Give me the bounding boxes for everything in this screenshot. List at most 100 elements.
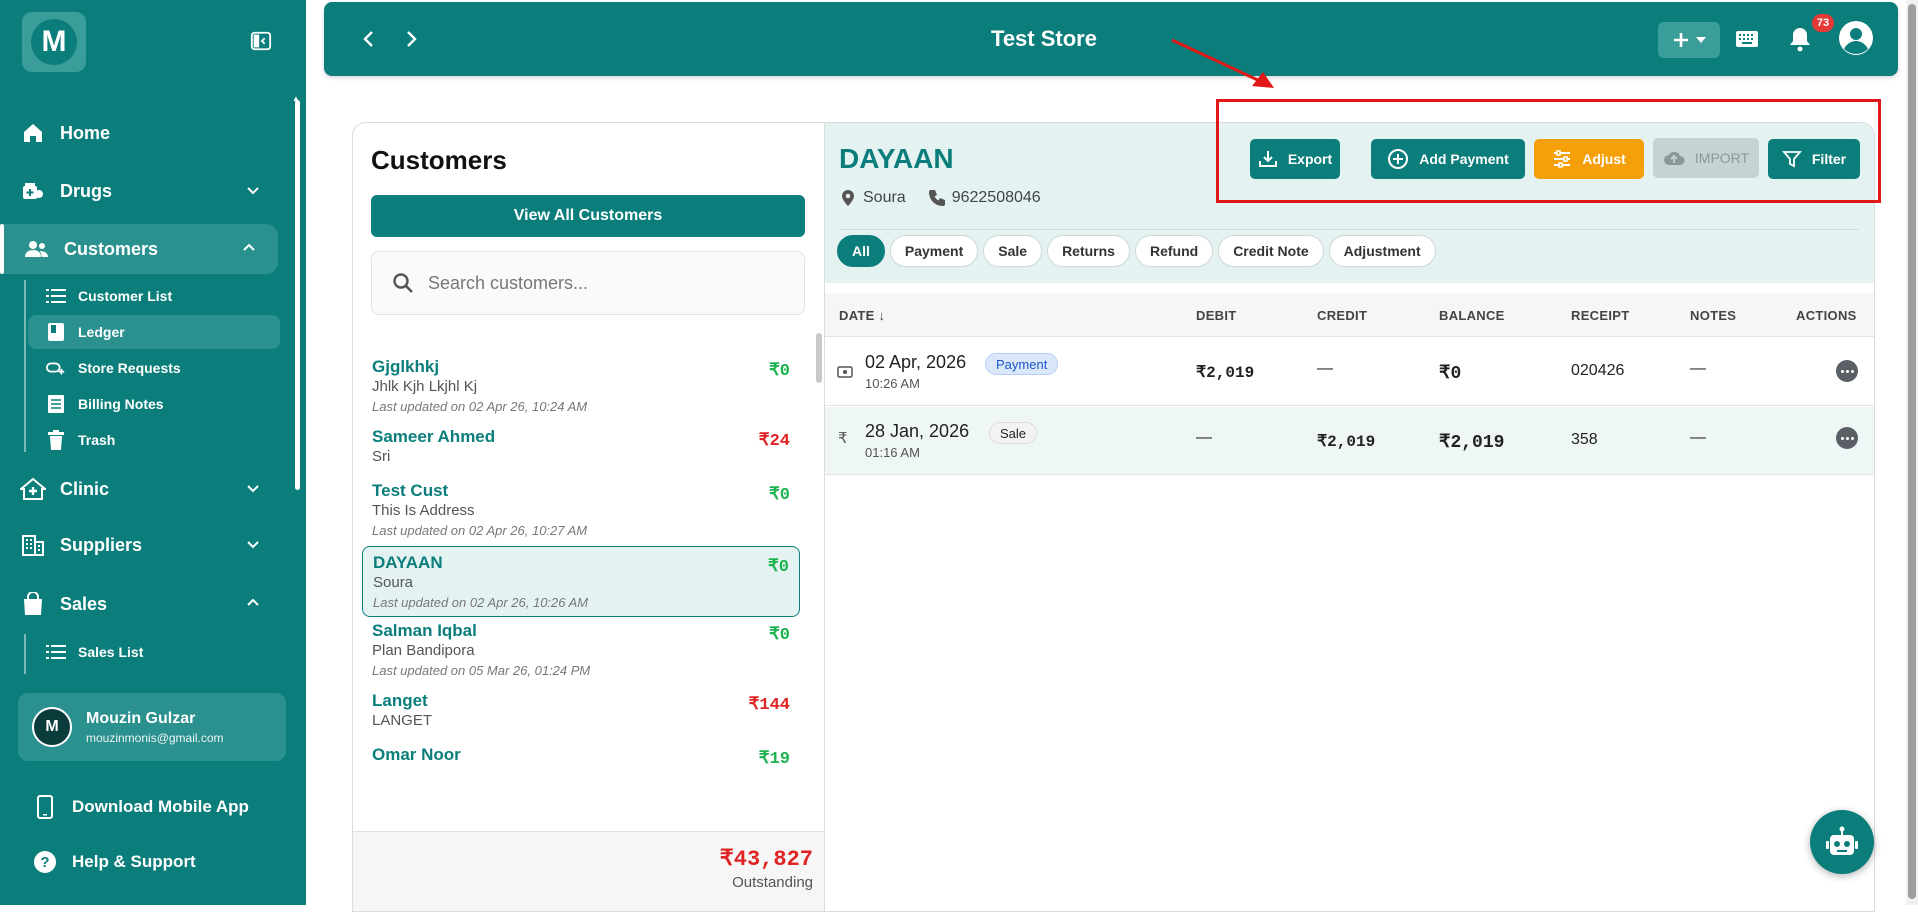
sidebar-sub-label: Customer List [78,288,173,304]
user-profile-card[interactable]: M Mouzin Gulzar mouzinmonis@gmail.com [18,693,286,761]
sidebar-item-drugs[interactable]: Drugs [0,166,282,216]
row-receipt: 020426 [1571,362,1625,379]
customer-name: Test Cust [372,481,449,500]
customer-address: Sri [372,448,391,465]
user-name: Mouzin Gulzar [86,709,196,727]
column-date[interactable]: DATE ↓ [839,308,885,323]
avatar: M [32,707,72,747]
customer-balance: ₹0 [768,626,790,645]
customer-phone: 9622508046 [951,189,1041,206]
quick-add-button[interactable] [1658,22,1720,58]
sidebar-sub-label: Sales List [78,644,144,660]
sidebar-item-sales[interactable]: Sales [0,579,282,629]
filter-chip-refund[interactable]: Refund [1134,235,1214,267]
filter-chip-adjustment[interactable]: Adjustment [1328,235,1436,267]
help-label: Help & Support [72,852,196,871]
submenu-line [24,634,26,674]
sidebar-sub-billing-notes[interactable]: Billing Notes [28,387,280,421]
svg-text:?: ? [40,854,49,871]
customer-last-updated: Last updated on 02 Apr 26, 10:24 AM [372,399,588,414]
table-row[interactable]: 02 Apr, 2026 10:26 AM Payment ₹2,019 — ₹… [825,338,1874,406]
help-support-link[interactable]: ? Help & Support [32,845,282,879]
assistant-bot-button[interactable] [1810,810,1874,874]
table-row[interactable]: ₹ 28 Jan, 2026 01:16 AM Sale — ₹2,019 ₹2… [825,407,1874,475]
customer-list-scrollbar[interactable] [816,333,822,383]
account-icon[interactable] [1838,20,1874,56]
sidebar-sub-store-requests[interactable]: Store Requests [28,351,280,385]
ledger-panel: DAYAAN Soura 9622508046 Export Add Payme… [825,122,1875,912]
customer-balance: ₹0 [768,486,790,505]
help-icon: ? [32,849,58,875]
sidebar-sub-sales-list[interactable]: Sales List [28,635,280,669]
list-item[interactable]: Sameer Ahmed Sri ₹24 [362,421,800,471]
list-icon [46,642,66,662]
collapse-sidebar-icon[interactable] [250,30,272,52]
notes-icon [46,394,66,414]
sidebar-item-home[interactable]: Home [0,108,282,158]
sidebar-item-label: Customers [64,238,159,259]
sidebar-item-suppliers[interactable]: Suppliers [0,520,282,570]
row-notes: — [1690,360,1706,377]
row-actions-menu-icon[interactable] [1836,360,1858,382]
sidebar-sub-trash[interactable]: Trash [28,423,280,457]
customer-address: Jhlk Kjh Lkjhl Kj [372,378,478,395]
column-receipt: RECEIPT [1571,308,1630,323]
chevron-up-icon [247,598,259,606]
customer-last-updated: Last updated on 05 Mar 26, 01:24 PM [372,663,591,678]
row-credit: ₹2,019 [1317,433,1376,451]
sidebar-sub-label: Ledger [78,324,125,340]
list-item[interactable]: Omar Noor ₹19 [362,739,800,771]
row-debit: ₹2,019 [1196,364,1255,382]
customer-address: LANGET [372,712,433,729]
filter-chip-sale[interactable]: Sale [983,235,1043,267]
column-credit: CREDIT [1317,308,1368,323]
sidebar-sub-ledger[interactable]: Ledger [28,315,280,349]
view-all-customers-button[interactable]: View All Customers [371,195,805,237]
sidebar-item-customers[interactable]: Customers [0,224,278,274]
ledger-customer-name: DAYAAN [839,143,954,174]
filter-chip-payment[interactable]: Payment [889,235,979,267]
sidebar-item-clinic[interactable]: Clinic [0,464,282,514]
filter-chip-returns[interactable]: Returns [1047,235,1130,267]
sidebar-item-label: Drugs [60,180,113,201]
sidebar-scrollbar[interactable] [295,100,300,490]
column-debit: DEBIT [1196,308,1237,323]
app-logo[interactable]: M [22,12,86,72]
list-item[interactable]: Salman Iqbal Plan Bandipora Last updated o… [362,615,800,684]
keyboard-icon[interactable] [1732,24,1762,54]
bell-icon[interactable] [1785,24,1815,54]
page-scrollbar-thumb[interactable] [1908,4,1916,899]
list-icon [46,286,66,306]
outstanding-amount: ₹43,827 [719,847,813,872]
chevron-down-icon [247,187,259,195]
list-item[interactable]: Test Cust This Is Address Last updated on … [362,475,800,544]
filter-chip-all[interactable]: All [837,235,885,267]
notification-badge: 73 [1812,14,1834,32]
filter-chip-credit-note[interactable]: Credit Note [1218,235,1324,267]
sidebar-sub-label: Store Requests [78,360,181,376]
download-app-label: Download Mobile App [72,797,249,816]
caret-down-icon [1696,37,1706,43]
row-credit: — [1317,360,1333,377]
shopping-bag-icon [20,591,46,617]
sidebar-sub-customer-list[interactable]: Customer List [28,279,280,313]
row-notes: — [1690,429,1706,446]
download-mobile-app-link[interactable]: Download Mobile App [32,790,282,824]
list-item[interactable]: Langet LANGET ₹144 [362,685,800,735]
rupee-icon: ₹ [838,430,848,447]
row-date: 02 Apr, 2026 [865,352,967,372]
ledger-table-header: DATE ↓ DEBIT CREDIT BALANCE RECEIPT NOTE… [825,293,1874,337]
outstanding-summary: ₹43,827 Outstanding [353,831,824,911]
list-item[interactable]: DAYAAN Soura Last updated on 02 Apr 26, 10… [362,546,800,617]
sidebar-item-label: Suppliers [60,534,143,555]
chevron-down-icon [247,485,259,493]
outstanding-label: Outstanding [732,874,813,891]
customer-meta: Soura 9622508046 [839,189,1041,207]
list-item[interactable]: Gjglkhkj Jhlk Kjh Lkjhl Kj Last updated on… [362,351,800,420]
search-customers-input[interactable] [428,272,788,294]
robot-icon [1826,826,1858,855]
page-title: Test Store [991,26,1097,51]
row-actions-menu-icon[interactable] [1836,427,1858,449]
customer-address: Plan Bandipora [372,642,475,659]
phone-icon [928,190,945,206]
